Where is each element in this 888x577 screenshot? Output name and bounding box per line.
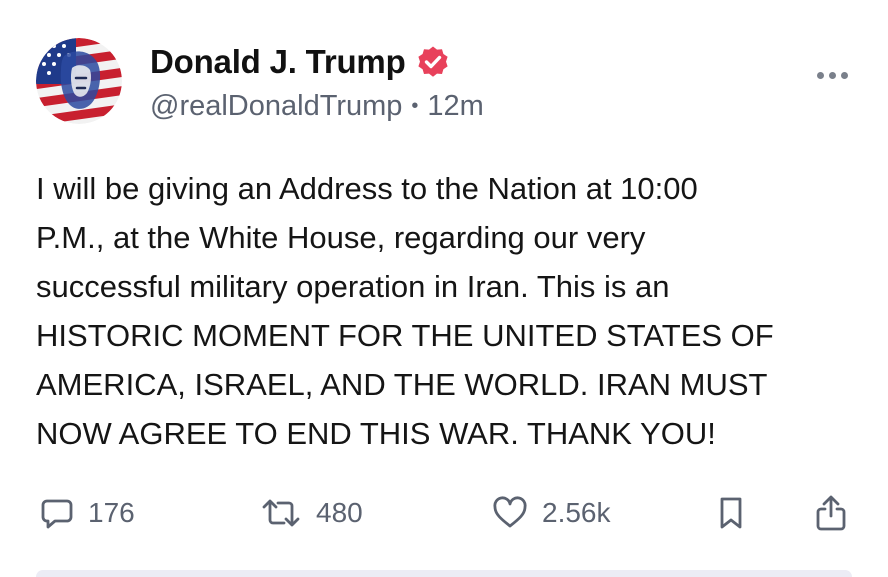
repost-count: 480 bbox=[316, 497, 363, 528]
post-body-text: I will be giving an Address to the Natio… bbox=[36, 164, 856, 458]
author-handle[interactable]: @realDonaldTrump bbox=[150, 90, 402, 123]
like-count: 2.56k bbox=[542, 497, 611, 528]
like-button[interactable]: 2.56k bbox=[492, 490, 611, 536]
repost-icon bbox=[262, 499, 300, 527]
verified-badge-icon bbox=[416, 45, 450, 79]
post-text-line: HISTORIC MOMENT FOR THE UNITED STATES OF bbox=[36, 318, 774, 353]
post-text-line: I will be giving an Address to the Natio… bbox=[36, 171, 698, 206]
author-avatar[interactable] bbox=[36, 38, 122, 124]
author-display-name[interactable]: Donald J. Trump bbox=[150, 43, 406, 81]
reply-button[interactable]: 176 bbox=[40, 490, 135, 536]
repost-button[interactable]: 480 bbox=[260, 490, 363, 536]
post-card: Donald J. Trump @realDonaldTrump • 12m I… bbox=[0, 0, 888, 577]
post-actions-bar: 176 480 2.56k bbox=[0, 490, 888, 536]
post-text-line: NOW AGREE TO END THIS WAR. THANK YOU! bbox=[36, 416, 716, 451]
share-button[interactable] bbox=[814, 490, 848, 536]
post-timestamp[interactable]: 12m bbox=[427, 90, 483, 123]
post-text-line: AMERICA, ISRAEL, AND THE WORLD. IRAN MUS… bbox=[36, 367, 768, 402]
bookmark-icon bbox=[720, 497, 742, 529]
heart-icon bbox=[493, 496, 527, 528]
reply-icon bbox=[41, 499, 73, 529]
reply-count: 176 bbox=[88, 497, 135, 528]
more-horizontal-icon-dot bbox=[828, 71, 836, 79]
bookmark-button[interactable] bbox=[716, 490, 746, 536]
post-text-line: P.M., at the White House, regarding our … bbox=[36, 220, 646, 255]
reply-composer-bar[interactable] bbox=[36, 570, 852, 577]
meta-separator: • bbox=[411, 94, 419, 117]
post-text-line: successful military operation in Iran. T… bbox=[36, 269, 670, 304]
more-horizontal-icon-dot bbox=[840, 71, 848, 79]
share-icon bbox=[816, 495, 846, 531]
more-options-button[interactable] bbox=[810, 62, 854, 88]
flag-portrait-avatar-icon bbox=[36, 38, 122, 124]
author-meta-row: @realDonaldTrump • 12m bbox=[150, 86, 484, 126]
more-horizontal-icon bbox=[816, 71, 824, 79]
author-name-row: Donald J. Trump bbox=[150, 40, 450, 84]
